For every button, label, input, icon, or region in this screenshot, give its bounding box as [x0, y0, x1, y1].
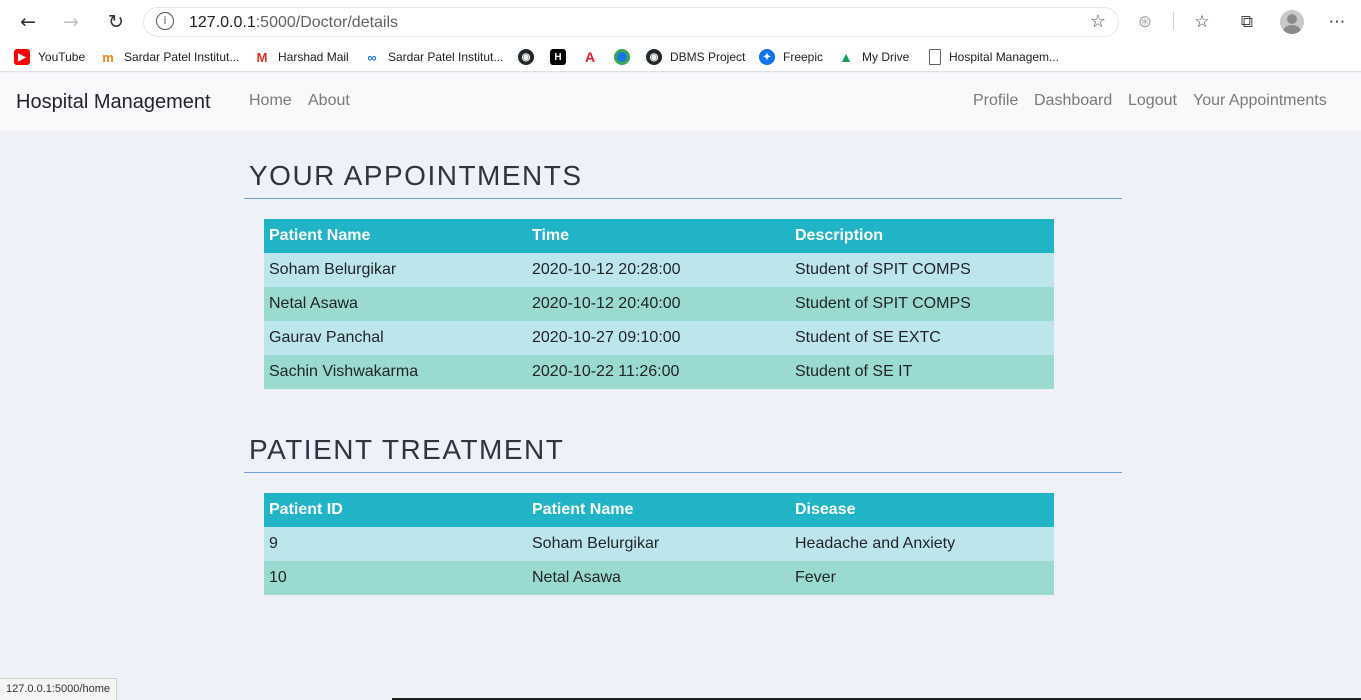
bookmark-label: Sardar Patel Institut... — [388, 50, 504, 64]
youtube-icon: ▶ — [14, 49, 30, 65]
bookmark-label: Harshad Mail — [278, 50, 349, 64]
appointments-table: Patient Name Time Description Soham Belu… — [264, 219, 1054, 389]
bookmark-label: Hospital Managem... — [949, 50, 1060, 64]
page-icon — [929, 49, 941, 65]
bookmark-dbms-project[interactable]: ◉ DBMS Project — [646, 47, 745, 67]
back-arrow-icon[interactable]: ← — [14, 8, 42, 36]
url-path: :5000/Doctor/details — [255, 14, 399, 31]
bookmark-label: YouTube — [38, 50, 86, 64]
cell-patient-name: Netal Asawa — [527, 561, 790, 595]
brand-link[interactable]: Hospital Management — [16, 91, 211, 114]
bookmarks-bar: ▶ YouTube m Sardar Patel Institut... M Hars… — [0, 42, 1361, 72]
table-header-row: Patient ID Patient Name Disease — [264, 493, 1054, 527]
cell-description: Student of SE IT — [790, 355, 1054, 389]
status-bar-url: 127.0.0.1:5000/home — [0, 678, 117, 700]
column-header: Patient ID — [264, 493, 527, 527]
table-row: 9 Soham Belurgikar Headache and Anxiety — [264, 527, 1054, 561]
column-header: Patient Name — [264, 219, 527, 253]
extension-icon[interactable]: ⊛ — [1131, 8, 1159, 36]
column-header: Patient Name — [527, 493, 790, 527]
nav-profile-link[interactable]: Profile — [973, 92, 1018, 110]
bookmark-my-drive[interactable]: ▲ My Drive — [838, 47, 909, 67]
column-header: Disease — [790, 493, 1054, 527]
hackerrank-icon: H — [550, 49, 566, 65]
cell-description: Student of SPIT COMPS — [790, 253, 1054, 287]
cell-patient-id: 10 — [264, 561, 527, 595]
toolbar-separator — [1173, 12, 1174, 30]
chrome-like-icon — [614, 49, 630, 65]
moodle-icon: m — [102, 49, 114, 65]
bookmark-spit-moodle[interactable]: m Sardar Patel Institut... — [100, 47, 239, 67]
table-row: 10 Netal Asawa Fever — [264, 561, 1054, 595]
bookmark-hospital-management[interactable]: Hospital Managem... — [929, 47, 1059, 67]
treatment-title: PATIENT TREATMENT — [249, 434, 565, 465]
freepik-icon: ✦ — [759, 49, 775, 65]
table-row: Sachin Vishwakarma 2020-10-22 11:26:00 S… — [264, 355, 1054, 389]
table-row: Gaurav Panchal 2020-10-27 09:10:00 Stude… — [264, 321, 1054, 355]
bookmark-harshad-mail[interactable]: M Harshad Mail — [254, 47, 349, 67]
cell-time: 2020-10-27 09:10:00 — [527, 321, 790, 355]
cell-disease: Headache and Anxiety — [790, 527, 1054, 561]
link-icon: ∞ — [367, 49, 377, 65]
app-navbar: Hospital Management Home About Profile D… — [0, 73, 1361, 130]
bookmark-label: My Drive — [862, 50, 910, 64]
cell-time: 2020-10-22 11:26:00 — [527, 355, 790, 389]
cell-patient-name: Soham Belurgikar — [264, 253, 527, 287]
bookmark-youtube[interactable]: ▶ YouTube — [14, 47, 85, 67]
treatment-table: Patient ID Patient Name Disease 9 Soham … — [264, 493, 1054, 595]
cell-patient-name: Netal Asawa — [264, 287, 527, 321]
bookmark-github[interactable]: ◉ — [518, 47, 542, 67]
bookmark-freepic[interactable]: ✦ Freepic — [759, 47, 823, 67]
treatment-title-rule — [244, 472, 1122, 473]
adobe-icon: A — [584, 49, 596, 65]
profile-avatar-icon[interactable] — [1278, 8, 1306, 36]
google-drive-icon: ▲ — [839, 49, 853, 65]
bookmark-adobe[interactable]: A — [582, 47, 606, 67]
more-menu-icon[interactable]: ⋯ — [1323, 8, 1351, 36]
nav-your-appointments-link[interactable]: Your Appointments — [1193, 92, 1327, 110]
cell-description: Student of SPIT COMPS — [790, 287, 1054, 321]
github-icon: ◉ — [646, 49, 662, 65]
cell-patient-id: 9 — [264, 527, 527, 561]
github-icon: ◉ — [518, 49, 534, 65]
table-header-row: Patient Name Time Description — [264, 219, 1054, 253]
bookmark-label: Freepic — [783, 50, 824, 64]
favorite-star-icon[interactable]: ☆ — [1090, 11, 1106, 32]
nav-about-link[interactable]: About — [308, 92, 350, 110]
forward-arrow-icon[interactable]: → — [57, 8, 85, 36]
nav-logout-link[interactable]: Logout — [1128, 92, 1177, 110]
browser-toolbar: ← → ↻ i 127.0.0.1:5000/Doctor/details ☆ … — [0, 0, 1361, 42]
nav-dashboard-link[interactable]: Dashboard — [1034, 92, 1112, 110]
address-bar[interactable]: i 127.0.0.1:5000/Doctor/details ☆ — [143, 7, 1119, 37]
cell-patient-name: Sachin Vishwakarma — [264, 355, 527, 389]
cell-time: 2020-10-12 20:28:00 — [527, 253, 790, 287]
reload-icon[interactable]: ↻ — [102, 8, 130, 36]
cell-patient-name: Gaurav Panchal — [264, 321, 527, 355]
table-row: Netal Asawa 2020-10-12 20:40:00 Student … — [264, 287, 1054, 321]
cell-time: 2020-10-12 20:40:00 — [527, 287, 790, 321]
bookmark-spit-link[interactable]: ∞ Sardar Patel Institut... — [364, 47, 503, 67]
url-host: 127.0.0.1 — [189, 14, 256, 31]
cell-patient-name: Soham Belurgikar — [527, 527, 790, 561]
url-text[interactable]: 127.0.0.1:5000/Doctor/details — [189, 14, 398, 32]
gmail-icon: M — [256, 49, 268, 65]
site-info-icon[interactable]: i — [156, 12, 174, 30]
column-header: Description — [790, 219, 1054, 253]
appointments-title-rule — [244, 198, 1122, 199]
bookmark-label: DBMS Project — [670, 50, 746, 64]
bookmark-circle-app[interactable] — [614, 47, 638, 67]
column-header: Time — [527, 219, 790, 253]
cell-disease: Fever — [790, 561, 1054, 595]
nav-home-link[interactable]: Home — [249, 92, 292, 110]
appointments-title: YOUR APPOINTMENTS — [249, 160, 583, 191]
bookmark-hackerrank[interactable]: H — [550, 47, 574, 67]
collections-icon[interactable]: ⧉ — [1233, 8, 1261, 36]
cell-description: Student of SE EXTC — [790, 321, 1054, 355]
favorites-list-icon[interactable]: ☆ — [1188, 8, 1216, 36]
bookmark-label: Sardar Patel Institut... — [124, 50, 240, 64]
table-row: Soham Belurgikar 2020-10-12 20:28:00 Stu… — [264, 253, 1054, 287]
